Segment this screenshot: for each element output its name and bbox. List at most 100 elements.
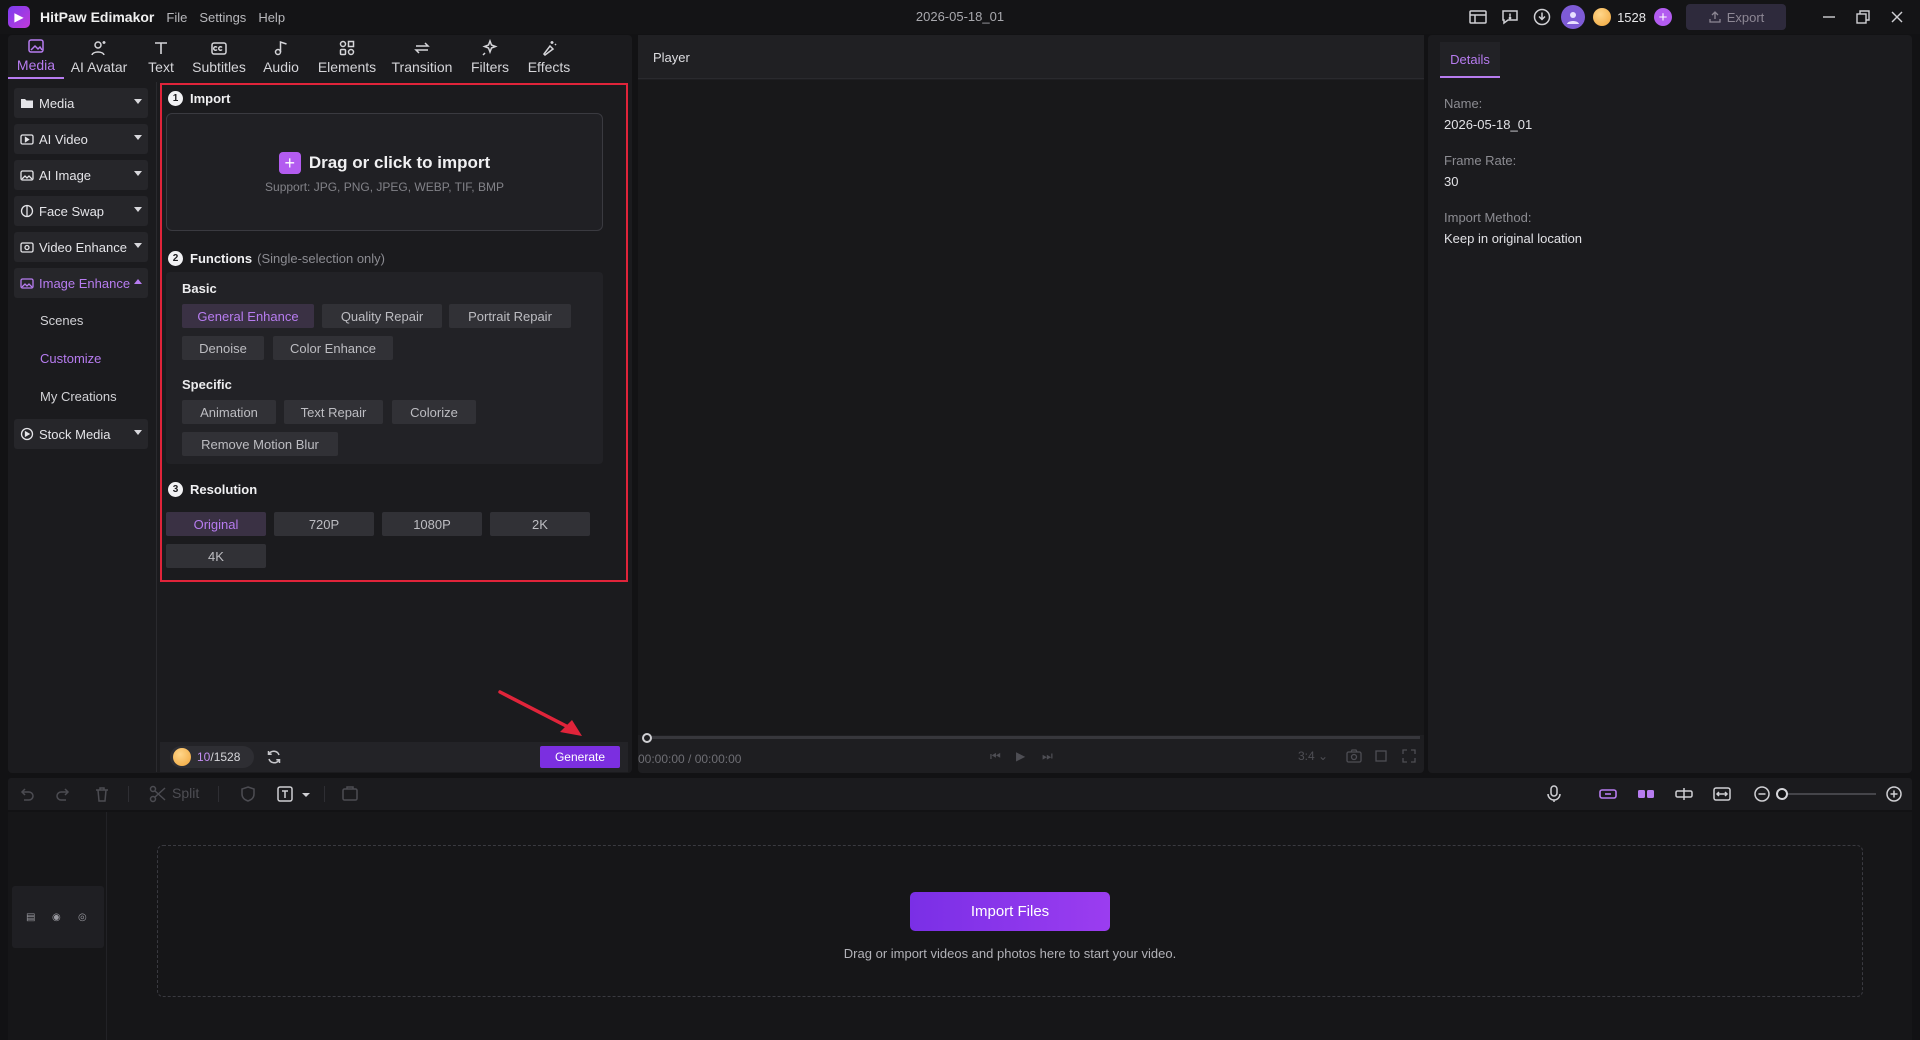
transition-icon bbox=[414, 42, 430, 54]
fit-timeline-icon[interactable] bbox=[1712, 784, 1732, 804]
drop-main: + Drag or click to import bbox=[167, 152, 602, 174]
step-functions-title: 2 Functions (Single-selection only) bbox=[168, 251, 385, 266]
function-animation[interactable]: Animation bbox=[182, 400, 276, 424]
progress-track[interactable] bbox=[644, 736, 1420, 739]
sub-item-scenes[interactable]: Scenes bbox=[40, 313, 83, 328]
function-portrait-repair[interactable]: Portrait Repair bbox=[449, 304, 571, 328]
tab-effects[interactable]: Effects bbox=[518, 35, 580, 79]
function-color-enhance[interactable]: Color Enhance bbox=[273, 336, 393, 360]
tab-subtitles[interactable]: Subtitles bbox=[188, 35, 250, 79]
zoom-slider-track[interactable] bbox=[1784, 793, 1876, 795]
sub-item-my-creations[interactable]: My Creations bbox=[40, 389, 117, 404]
step-resolution-label: Resolution bbox=[190, 482, 258, 497]
menu-file[interactable]: File bbox=[166, 10, 187, 25]
chevron-down-icon[interactable] bbox=[296, 784, 310, 804]
tab-transition[interactable]: Transition bbox=[382, 35, 462, 79]
feedback-icon[interactable] bbox=[1497, 4, 1523, 30]
function-denoise[interactable]: Denoise bbox=[182, 336, 264, 360]
refresh-icon[interactable] bbox=[264, 747, 284, 767]
next-frame-icon[interactable]: ⏭ bbox=[1042, 749, 1053, 764]
toolbar-divider bbox=[324, 786, 325, 802]
credit-usage: 10/1528 bbox=[170, 746, 254, 768]
resolution-1080p[interactable]: 1080P bbox=[382, 512, 482, 536]
layout-icon[interactable] bbox=[1465, 4, 1491, 30]
function-text-repair[interactable]: Text Repair bbox=[284, 400, 383, 424]
link-track-icon[interactable] bbox=[1598, 784, 1618, 804]
tab-media[interactable]: Media bbox=[8, 35, 64, 79]
generate-button[interactable]: Generate bbox=[540, 746, 620, 768]
resolution-original[interactable]: Original bbox=[166, 512, 266, 536]
function-quality-repair[interactable]: Quality Repair bbox=[322, 304, 442, 328]
delete-icon[interactable] bbox=[92, 784, 112, 804]
frame-rate-value: 30 bbox=[1444, 174, 1459, 189]
snapshot-icon[interactable] bbox=[1346, 749, 1362, 766]
effects-icon bbox=[543, 41, 557, 56]
time-display: 00:00:00 / 00:00:00 bbox=[638, 752, 742, 766]
download-icon[interactable] bbox=[1529, 4, 1555, 30]
resolution-720p[interactable]: 720P bbox=[274, 512, 374, 536]
split-icon[interactable] bbox=[148, 784, 168, 804]
nav-ai-image[interactable]: AI Image bbox=[14, 160, 148, 190]
track-lock-icon[interactable]: ▤ bbox=[26, 912, 35, 923]
nav-media[interactable]: Media bbox=[14, 88, 148, 118]
sub-item-customize[interactable]: Customize bbox=[40, 351, 101, 366]
tab-ai-avatar-label: AI Avatar bbox=[70, 59, 128, 75]
undo-icon[interactable] bbox=[16, 784, 36, 804]
nav-image-enhance[interactable]: Image Enhance bbox=[14, 268, 148, 298]
step-import-label: Import bbox=[190, 91, 231, 106]
play-icon[interactable]: ▶ bbox=[1016, 749, 1025, 763]
track-audio-icon[interactable]: ◎ bbox=[78, 912, 87, 923]
close-button[interactable] bbox=[1880, 0, 1914, 34]
tab-text[interactable]: Text bbox=[134, 35, 188, 79]
ratio-dropdown-icon[interactable]: ⌄ bbox=[1318, 749, 1328, 763]
zoom-out-icon[interactable] bbox=[1752, 784, 1772, 804]
add-credits-button[interactable]: + bbox=[1654, 8, 1672, 26]
function-remove-motion-blur[interactable]: Remove Motion Blur bbox=[182, 432, 338, 456]
tab-audio[interactable]: Audio bbox=[250, 35, 312, 79]
menu-settings[interactable]: Settings bbox=[199, 10, 246, 25]
microphone-icon[interactable] bbox=[1544, 784, 1564, 804]
nav-ai-video[interactable]: AI Video bbox=[14, 124, 148, 154]
minimize-button[interactable] bbox=[1812, 0, 1846, 34]
previous-frame-icon[interactable]: ⏮ bbox=[990, 749, 1001, 764]
progress-handle[interactable] bbox=[642, 733, 652, 743]
track-visibility-icon[interactable]: ◉ bbox=[52, 912, 61, 923]
tab-ai-avatar[interactable]: AI Avatar bbox=[64, 35, 134, 79]
shield-icon[interactable] bbox=[238, 784, 258, 804]
crop-icon[interactable] bbox=[1374, 749, 1388, 766]
nav-stock-media[interactable]: Stock Media bbox=[14, 419, 148, 449]
export-button[interactable]: Export bbox=[1686, 4, 1786, 30]
resolution-2k[interactable]: 2K bbox=[490, 512, 590, 536]
credit-usage-text: 10/1528 bbox=[197, 750, 240, 764]
zoom-in-icon[interactable] bbox=[1884, 784, 1904, 804]
import-files-button[interactable]: Import Files bbox=[910, 892, 1110, 931]
magnet-snap-icon[interactable] bbox=[1636, 784, 1656, 804]
nav-video-enhance[interactable]: Video Enhance bbox=[14, 232, 148, 262]
split-track-icon[interactable] bbox=[1674, 784, 1694, 804]
tab-transition-label: Transition bbox=[391, 59, 453, 75]
restore-button[interactable] bbox=[1846, 0, 1880, 34]
tab-details[interactable]: Details bbox=[1440, 42, 1500, 78]
folder-icon bbox=[21, 99, 33, 108]
redo-icon[interactable] bbox=[54, 784, 74, 804]
image-drop-zone[interactable]: + Drag or click to import Support: JPG, … bbox=[166, 113, 603, 231]
zoom-slider-handle[interactable] bbox=[1776, 788, 1788, 800]
tab-filters[interactable]: Filters bbox=[462, 35, 518, 79]
chevron-down-icon bbox=[134, 135, 142, 140]
resolution-4k[interactable]: 4K bbox=[166, 544, 266, 568]
menu-help[interactable]: Help bbox=[258, 10, 285, 25]
function-colorize[interactable]: Colorize bbox=[392, 400, 476, 424]
tab-media-label: Media bbox=[16, 57, 56, 73]
fullscreen-icon[interactable] bbox=[1402, 749, 1416, 766]
tab-elements[interactable]: Elements bbox=[312, 35, 382, 79]
aspect-ratio-label[interactable]: 3:4 bbox=[1298, 749, 1315, 763]
function-general-enhance[interactable]: General Enhance bbox=[182, 304, 314, 328]
user-avatar[interactable] bbox=[1561, 5, 1586, 29]
split-label[interactable]: Split bbox=[172, 785, 199, 801]
toolbar-divider bbox=[218, 786, 219, 802]
nav-face-swap[interactable]: Face Swap bbox=[14, 196, 148, 226]
tab-effects-label: Effects bbox=[527, 59, 571, 75]
image-enhance-icon bbox=[20, 278, 34, 289]
text-template-icon[interactable] bbox=[276, 784, 296, 804]
freeze-frame-icon[interactable] bbox=[340, 784, 360, 804]
